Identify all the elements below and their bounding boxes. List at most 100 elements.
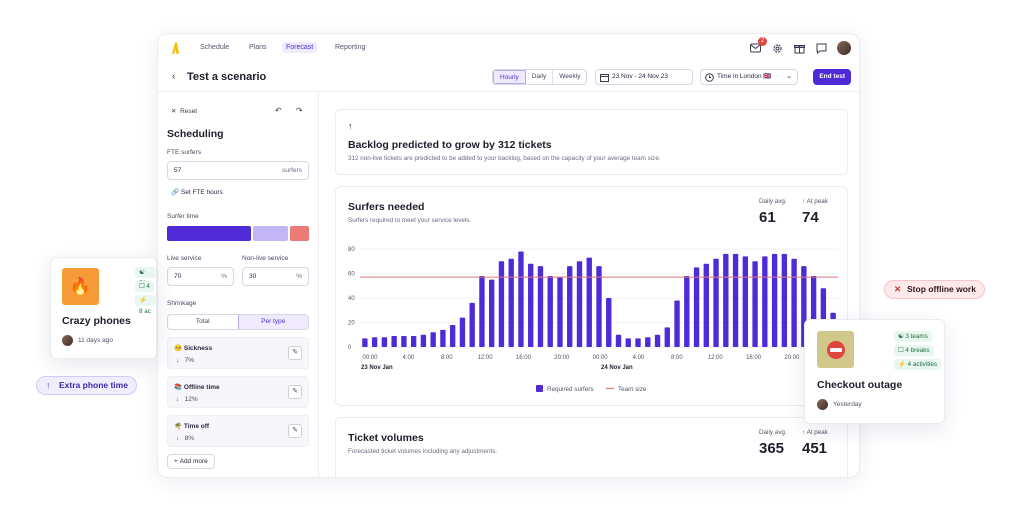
x-tick-label: 16:00 <box>516 355 532 361</box>
nav-reporting[interactable]: Reporting <box>331 42 369 53</box>
ticket-volumes-title: Ticket volumes <box>348 432 424 444</box>
fte-value: 57 <box>174 167 182 174</box>
user-avatar[interactable] <box>837 41 851 55</box>
chip-text: 4 breaks <box>905 347 930 354</box>
bar <box>420 334 427 347</box>
bar <box>498 261 505 347</box>
bar <box>518 251 524 347</box>
x-tick-label: 12:00 <box>478 355 494 361</box>
back-arrow-icon[interactable]: ‹ <box>172 71 175 82</box>
reset-button[interactable]: ✕ Reset <box>171 107 197 115</box>
backlog-card: ↑ Backlog predicted to grow by 312 ticke… <box>335 109 848 175</box>
extra-phone-time-pill[interactable]: ↑ Extra phone time <box>36 376 137 395</box>
set-fte-hours-link[interactable]: 🔗 Set FTE hours <box>171 188 223 196</box>
nav-forecast[interactable]: Forecast <box>282 42 318 53</box>
bar <box>771 253 778 347</box>
add-more-label: Add more <box>179 458 208 465</box>
granularity-daily[interactable]: Daily <box>526 70 554 84</box>
chat-icon[interactable] <box>815 42 828 55</box>
surfer-time-live-bar[interactable] <box>167 226 251 241</box>
scenario-meta: 11 days ago <box>78 337 113 344</box>
granularity-hourly[interactable]: Hourly <box>493 70 526 84</box>
scenario-card-checkout-outage[interactable]: ☯ 3 teams ☐ 4 breaks ⚡ 4 activities Chec… <box>804 319 945 424</box>
scenario-title: Checkout outage <box>817 379 903 391</box>
pill-label: Stop offline work <box>907 284 976 294</box>
bar <box>401 335 407 347</box>
bar <box>537 266 544 347</box>
gear-icon[interactable] <box>771 42 784 55</box>
x-tick-label: 12:00 <box>708 355 724 361</box>
bar <box>479 275 485 347</box>
percent-suffix: % <box>221 273 227 280</box>
stop-offline-work-pill[interactable]: ✕ Stop offline work <box>884 280 985 299</box>
logo-icon <box>172 42 179 54</box>
bar <box>664 327 670 347</box>
backlog-title: Backlog predicted to grow by 312 tickets <box>348 139 552 151</box>
shrinkage-item-sickness: 🤒 Sickness ↓ 7% ✎ <box>167 337 309 369</box>
activity-icon: ⚡ <box>139 297 147 304</box>
arrow-up-icon: ↑ <box>348 121 353 131</box>
shrinkage-per-type-tab[interactable]: Per type <box>237 315 308 329</box>
edit-icon[interactable]: ✎ <box>288 424 302 438</box>
gift-icon[interactable] <box>793 42 806 55</box>
surfer-time-nonlive-bar[interactable] <box>253 226 288 241</box>
edit-icon[interactable]: ✎ <box>288 385 302 399</box>
date-label: 23 Nov Jan <box>361 365 393 371</box>
shrinkage-label: Shrinkage <box>167 300 197 307</box>
end-test-button[interactable]: End test <box>813 69 851 85</box>
bar <box>684 275 690 347</box>
y-tick-label: 40 <box>348 296 355 302</box>
date-range-picker[interactable]: 23 Nov - 24 Nov 23 <box>595 69 693 85</box>
redo-icon[interactable]: ↷ <box>296 106 303 115</box>
timezone-select[interactable]: Time in London 🇬🇧 ⌄ <box>700 69 798 85</box>
surfers-needed-card: Surfers needed Surfers required to meet … <box>335 186 848 406</box>
bar <box>635 338 641 347</box>
shrinkage-item-name: 📚 Offline time <box>174 384 220 391</box>
bar <box>391 335 397 347</box>
date-label: 24 Nov Jan <box>601 365 633 371</box>
undo-icon[interactable]: ↶ <box>275 106 282 115</box>
bar <box>430 332 436 347</box>
x-tick-label: 20:00 <box>554 355 570 361</box>
scheduling-heading: Scheduling <box>167 128 224 140</box>
shrinkage-item-value: ↓ 7% <box>176 357 194 364</box>
granularity-toggle: Hourly Daily Weekly <box>492 69 588 85</box>
bar <box>410 335 417 347</box>
backlog-subtitle: 312 non-live tickets are predicted to be… <box>348 155 661 162</box>
nav-schedule[interactable]: Schedule <box>196 42 233 53</box>
chip-text: 4 <box>146 283 150 290</box>
nav-plans[interactable]: Plans <box>245 42 271 53</box>
edit-icon[interactable]: ✎ <box>288 346 302 360</box>
bar <box>567 266 573 347</box>
bar <box>371 337 378 347</box>
bar <box>742 256 749 347</box>
pill-label: Extra phone time <box>59 380 128 390</box>
scenario-meta: Yesterday <box>833 401 862 408</box>
scenario-card-crazy-phones[interactable]: 🔥 ☯ 53 ☐ 4 ⚡ 8 ac Crazy phones 11 days a… <box>50 257 157 359</box>
bar <box>557 277 563 347</box>
arrow-up-icon: ↑ <box>46 380 51 390</box>
percent-suffix: % <box>296 273 302 280</box>
inbox-icon[interactable]: 2 <box>749 36 767 55</box>
y-tick-label: 0 <box>348 345 352 351</box>
live-service-input[interactable]: 70 % <box>167 267 234 286</box>
non-live-service-input[interactable]: 30 % <box>242 267 309 286</box>
fte-input[interactable]: 57 surfers <box>167 161 309 180</box>
x-tick-label: 8:00 <box>441 355 453 361</box>
surfer-time-shrinkage-bar[interactable] <box>290 226 309 241</box>
granularity-weekly[interactable]: Weekly <box>553 70 586 84</box>
add-more-button[interactable]: + Add more <box>167 454 215 469</box>
timezone-value: Time in London 🇬🇧 <box>717 73 772 80</box>
legend-swatch-required <box>536 385 543 392</box>
shrinkage-total-tab[interactable]: Total <box>168 315 238 329</box>
shrinkage-percent: 12% <box>184 396 198 403</box>
bar <box>469 302 475 347</box>
shrinkage-item-name: 🌴 Time off <box>174 423 210 430</box>
y-tick-label: 20 <box>348 321 355 327</box>
ticket-volumes-subtitle: Forecasted ticket volumes including any … <box>348 448 498 455</box>
chip-text: 8 ac <box>139 308 151 315</box>
avatar <box>817 399 828 410</box>
scenario-title: Crazy phones <box>62 315 131 327</box>
notification-badge: 2 <box>758 36 767 46</box>
link-icon: 🔗 <box>171 189 180 196</box>
